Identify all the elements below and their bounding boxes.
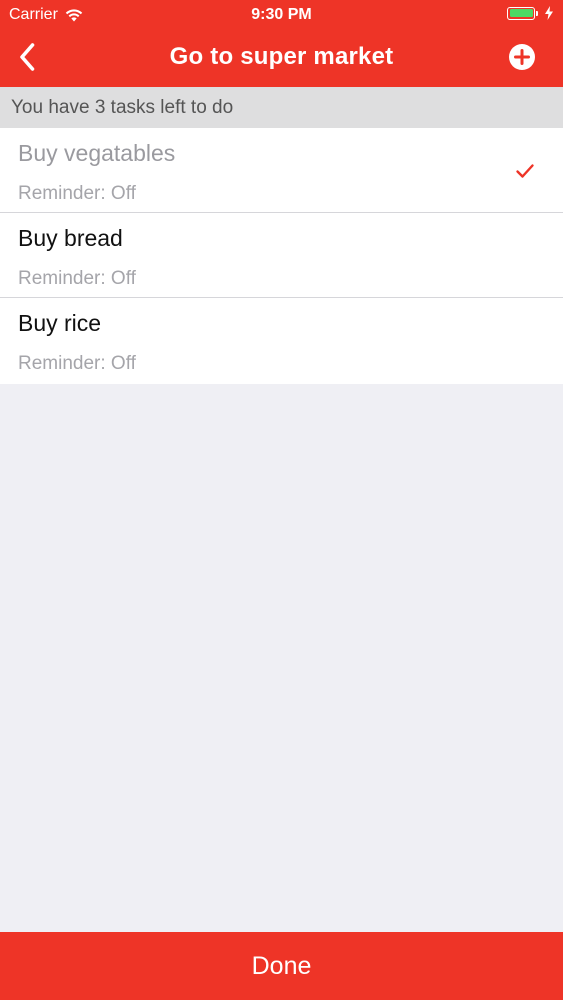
task-title: Buy rice [18, 310, 102, 336]
battery-tip [536, 10, 538, 16]
page-title: Go to super market [169, 43, 394, 70]
status-time: 9:30 PM [251, 6, 312, 23]
task-row[interactable]: Buy rice Reminder: Off [0, 298, 563, 384]
done-button[interactable]: Done [0, 932, 563, 1000]
task-reminder: Reminder: Off [18, 268, 136, 289]
plus-circle-icon [509, 44, 535, 70]
task-row[interactable]: Buy bread Reminder: Off [0, 213, 563, 298]
task-row[interactable]: Buy vegatables Reminder: Off [0, 128, 563, 213]
checkmark-icon[interactable] [515, 161, 535, 181]
battery-icon [507, 6, 535, 20]
navigation-header: Carrier 9:30 PM Go to super market [0, 0, 563, 87]
done-button-label: Done [251, 952, 312, 980]
status-bar: Carrier 9:30 PM [0, 0, 563, 30]
charging-bolt-icon [545, 6, 553, 20]
battery-indicator [507, 6, 553, 20]
task-title: Buy vegatables [18, 140, 176, 166]
battery-level [509, 9, 533, 17]
task-reminder: Reminder: Off [18, 353, 136, 374]
task-title: Buy bread [18, 225, 123, 251]
add-task-button[interactable] [508, 43, 536, 71]
task-reminder: Reminder: Off [18, 183, 136, 204]
task-list: Buy vegatables Reminder: Off Buy bread R… [0, 128, 563, 384]
tasks-remaining-text: You have 3 tasks left to do [11, 97, 234, 118]
tasks-remaining-banner: You have 3 tasks left to do [0, 87, 563, 128]
